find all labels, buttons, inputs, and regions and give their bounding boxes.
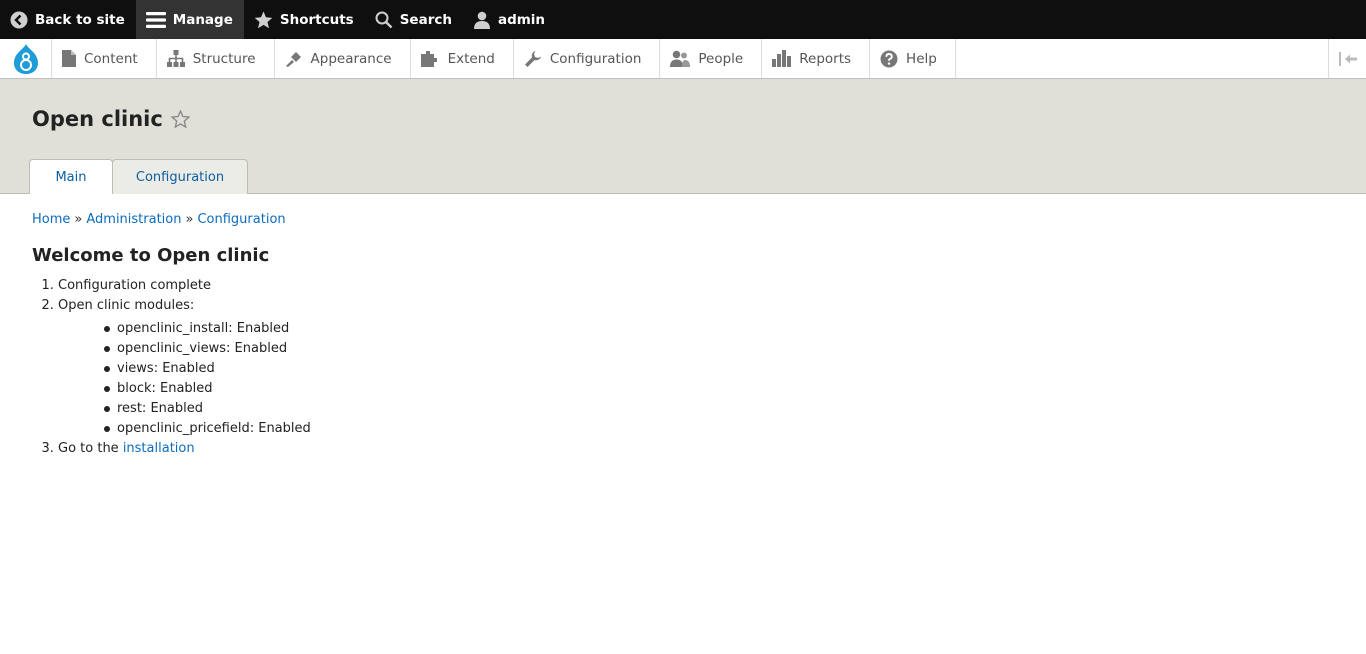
module-item: openclinic_pricefield: Enabled — [104, 421, 1334, 436]
back-arrow-icon — [10, 11, 28, 28]
menu-reports-label: Reports — [799, 50, 852, 67]
main-content: Home» Administration» Configuration Welcom… — [0, 194, 1366, 456]
module-item: block: Enabled — [104, 381, 1334, 396]
welcome-heading: Welcome to Open clinic — [32, 245, 270, 266]
menu-appearance-label: Appearance — [310, 50, 392, 67]
hamburger-icon — [145, 11, 166, 28]
search-icon — [375, 11, 393, 28]
menu-people-label: People — [698, 50, 744, 67]
menu-structure[interactable]: Structure — [157, 39, 275, 78]
menu-configuration-label: Configuration — [549, 50, 642, 67]
drupal-logo[interactable] — [0, 39, 52, 78]
puzzle-icon — [420, 51, 437, 67]
menu-people[interactable]: People — [660, 39, 763, 78]
menu-reports[interactable]: Reports — [762, 39, 871, 78]
orientation-toggle-button[interactable] — [1328, 39, 1366, 78]
collapse-left-icon — [1338, 51, 1357, 66]
module-item: views: Enabled — [104, 361, 1334, 376]
wrench-icon — [524, 50, 541, 67]
file-icon — [62, 50, 76, 67]
tab-main[interactable]: Main — [29, 159, 113, 194]
step-item: Go to the installation — [58, 441, 1334, 456]
search-label: Search — [399, 11, 452, 28]
shortcuts-label: Shortcuts — [279, 11, 354, 28]
step-text: Configuration complete — [58, 278, 212, 293]
module-item: openclinic_install: Enabled — [104, 321, 1334, 336]
toolbar-bar: Back to site Manage Shortcuts Search adm… — [0, 0, 1366, 39]
steps-list: Configuration complete Open clinic modul… — [32, 278, 1334, 456]
bar-chart-icon — [772, 50, 792, 67]
menu-configuration[interactable]: Configuration — [514, 39, 661, 78]
breadcrumb: Home» Administration» Configuration — [32, 212, 1334, 227]
tab-configuration[interactable]: Configuration — [112, 159, 248, 194]
module-item: rest: Enabled — [104, 401, 1334, 416]
menu-structure-label: Structure — [192, 50, 256, 67]
manage-label: Manage — [172, 11, 233, 28]
shortcut-star-icon[interactable] — [170, 110, 190, 128]
step-text: Go to the — [58, 441, 123, 456]
search-tab[interactable]: Search — [365, 0, 463, 39]
menu-appearance[interactable]: Appearance — [275, 39, 411, 78]
tray-spacer — [956, 39, 1328, 78]
breadcrumb-administration[interactable]: Administration — [86, 212, 181, 227]
paintbrush-icon — [285, 52, 301, 67]
modules-list: openclinic_install: Enabled openclinic_v… — [58, 321, 1334, 436]
step-text: Open clinic modules: — [58, 298, 195, 313]
people-icon — [670, 50, 691, 67]
menu-content[interactable]: Content — [52, 39, 157, 78]
menu-extend-label: Extend — [447, 50, 495, 67]
shortcuts-tab[interactable]: Shortcuts — [244, 0, 365, 39]
page-header: Open clinic Main Configuration — [0, 79, 1366, 194]
breadcrumb-separator: » — [185, 212, 194, 227]
page-title-text: Open clinic — [32, 107, 163, 131]
manage-tab[interactable]: Manage — [135, 0, 244, 39]
step-item: Open clinic modules: openclinic_install:… — [58, 298, 1334, 436]
menu-content-label: Content — [84, 50, 138, 67]
drupal-drop-icon — [13, 43, 38, 74]
menu-help[interactable]: Help — [870, 39, 956, 78]
page-title: Open clinic — [32, 107, 190, 131]
admin-menu-tray: Content Structure Appearance Extend Conf… — [0, 39, 1366, 79]
breadcrumb-home[interactable]: Home — [32, 212, 70, 227]
menu-help-label: Help — [906, 50, 937, 67]
menu-extend[interactable]: Extend — [411, 39, 514, 78]
back-to-site-link[interactable]: Back to site — [0, 0, 136, 39]
step-item: Configuration complete — [58, 278, 1334, 293]
user-tab[interactable]: admin — [463, 0, 556, 39]
breadcrumb-separator: » — [74, 212, 83, 227]
user-icon — [473, 11, 490, 29]
star-icon — [254, 10, 273, 28]
installation-link[interactable]: installation — [123, 441, 195, 456]
primary-tabs: Main Configuration — [29, 159, 248, 194]
sitemap-icon — [166, 50, 185, 67]
module-item: openclinic_views: Enabled — [104, 341, 1334, 356]
breadcrumb-configuration[interactable]: Configuration — [197, 212, 285, 227]
user-label: admin — [497, 11, 546, 28]
help-icon — [880, 50, 898, 67]
back-to-site-label: Back to site — [35, 11, 125, 28]
